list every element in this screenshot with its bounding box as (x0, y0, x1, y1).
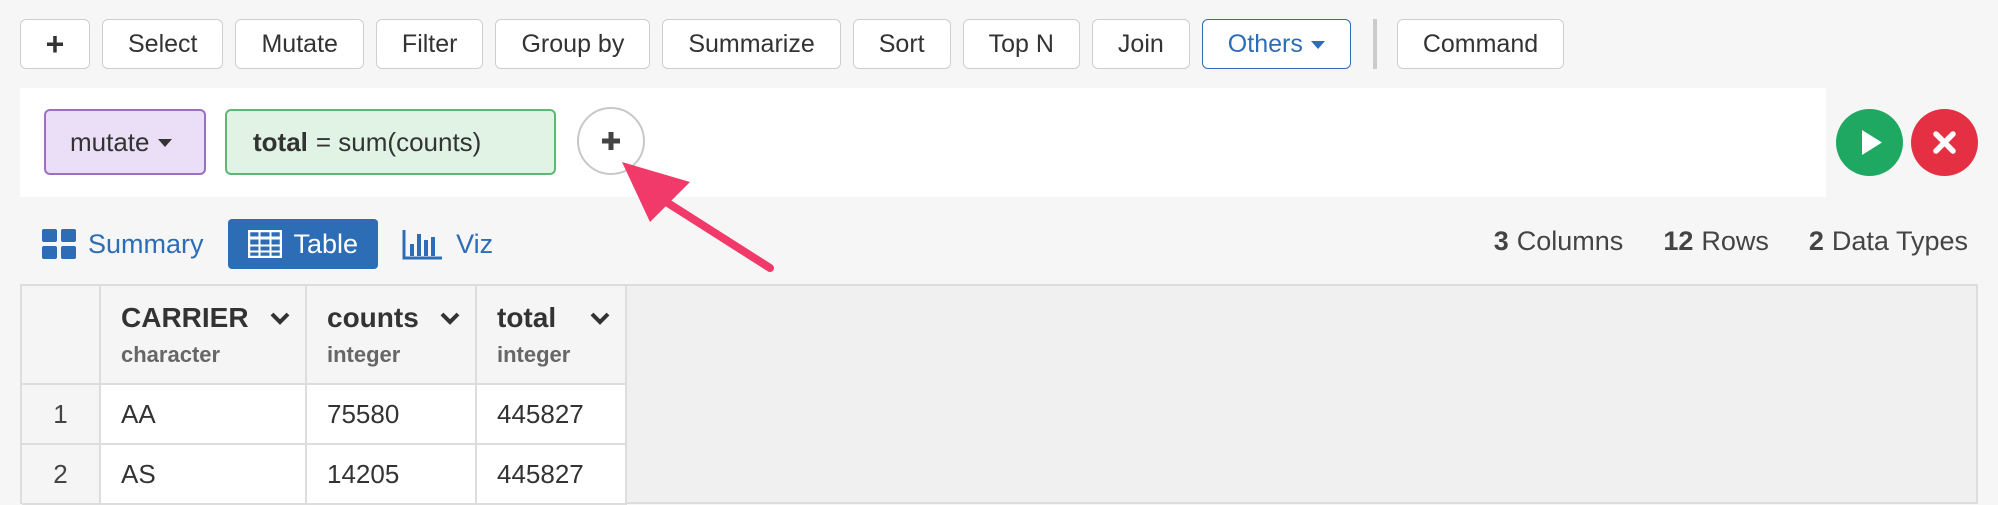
table-cell[interactable]: AS (100, 444, 307, 505)
column-header-total[interactable]: total integer (476, 286, 627, 385)
expression-chip[interactable]: total = sum(counts) (225, 109, 556, 175)
data-stats: 3 Columns 12 Rows 2 Data Types (1454, 226, 1968, 257)
types-stat: 2 Data Types (1809, 226, 1968, 257)
table-row: 1 AA 75580 445827 (22, 384, 627, 445)
add-step-button[interactable]: + (20, 19, 90, 69)
tab-table[interactable]: Table (227, 219, 379, 269)
verb-label: mutate (70, 126, 150, 157)
mutate-button[interactable]: Mutate (235, 19, 364, 69)
rows-count: 12 (1663, 226, 1694, 256)
row-index: 2 (22, 444, 101, 505)
rows-label: Rows (1701, 226, 1769, 256)
columns-stat: 3 Columns (1494, 226, 1624, 257)
tab-viz[interactable]: Viz (402, 219, 493, 269)
column-header-carrier[interactable]: CARRIER character (100, 286, 307, 385)
plus-icon: + (45, 25, 65, 62)
table-cell[interactable]: AA (100, 384, 307, 445)
index-header (22, 286, 101, 385)
types-label: Data Types (1831, 226, 1968, 256)
play-icon (1862, 130, 1882, 155)
others-label: Others (1227, 29, 1303, 58)
verb-dropdown[interactable]: mutate (44, 109, 206, 175)
header-row: CARRIER character counts integer total i… (22, 286, 627, 385)
tab-table-label: Table (293, 228, 359, 259)
close-icon (1933, 131, 1956, 154)
group-by-button[interactable]: Group by (495, 19, 651, 69)
select-button[interactable]: Select (102, 19, 224, 69)
column-name: CARRIER (121, 301, 249, 333)
caret-down-icon (157, 139, 172, 147)
view-tabs: Summary Table Viz (42, 219, 517, 269)
table-cell[interactable]: 14205 (306, 444, 477, 505)
toolbar-divider (1372, 19, 1377, 69)
step-editor: mutate total = sum(counts) (20, 88, 1826, 197)
table-cell[interactable]: 445827 (476, 384, 627, 445)
summarize-button[interactable]: Summarize (662, 19, 841, 69)
add-expression-button[interactable] (577, 107, 645, 175)
toolbar: + Select Mutate Filter Group by Summariz… (20, 18, 1576, 70)
table-cell[interactable]: 445827 (476, 444, 627, 505)
types-count: 2 (1808, 226, 1824, 256)
column-type: integer (497, 341, 571, 367)
sort-button[interactable]: Sort (852, 19, 951, 69)
expression-column: total (253, 126, 308, 157)
column-header-counts[interactable]: counts integer (306, 286, 477, 385)
cancel-button[interactable] (1911, 109, 1978, 176)
tab-summary[interactable]: Summary (42, 219, 204, 269)
tab-summary-label: Summary (88, 228, 204, 259)
filter-button[interactable]: Filter (375, 19, 484, 69)
columns-label: Columns (1516, 226, 1624, 256)
row-index: 1 (22, 384, 101, 445)
table-cell[interactable]: 75580 (306, 384, 477, 445)
data-grid: CARRIER character counts integer total i… (20, 284, 1978, 505)
top-n-button[interactable]: Top N (962, 19, 1080, 69)
run-button[interactable] (1836, 109, 1903, 176)
command-button[interactable]: Command (1396, 19, 1565, 69)
plus-icon (602, 132, 620, 150)
table-icon (247, 230, 282, 258)
expression-body: = sum(counts) (315, 126, 482, 157)
columns-count: 3 (1493, 226, 1509, 256)
column-name: total (497, 301, 557, 333)
column-name: counts (327, 301, 419, 333)
join-button[interactable]: Join (1091, 19, 1190, 69)
chevron-down-icon[interactable] (439, 311, 461, 325)
chevron-down-icon[interactable] (269, 311, 291, 325)
tab-viz-label: Viz (456, 228, 494, 259)
rows-stat: 12 Rows (1663, 226, 1769, 257)
caret-down-icon (1310, 41, 1325, 49)
bar-chart-icon (402, 230, 443, 260)
grid-icon (42, 229, 76, 259)
others-dropdown[interactable]: Others (1201, 19, 1351, 69)
table-row: 2 AS 14205 445827 (22, 444, 627, 505)
data-table: CARRIER character counts integer total i… (22, 286, 627, 505)
column-type: integer (327, 341, 401, 367)
column-type: character (121, 341, 221, 367)
chevron-down-icon[interactable] (589, 311, 611, 325)
